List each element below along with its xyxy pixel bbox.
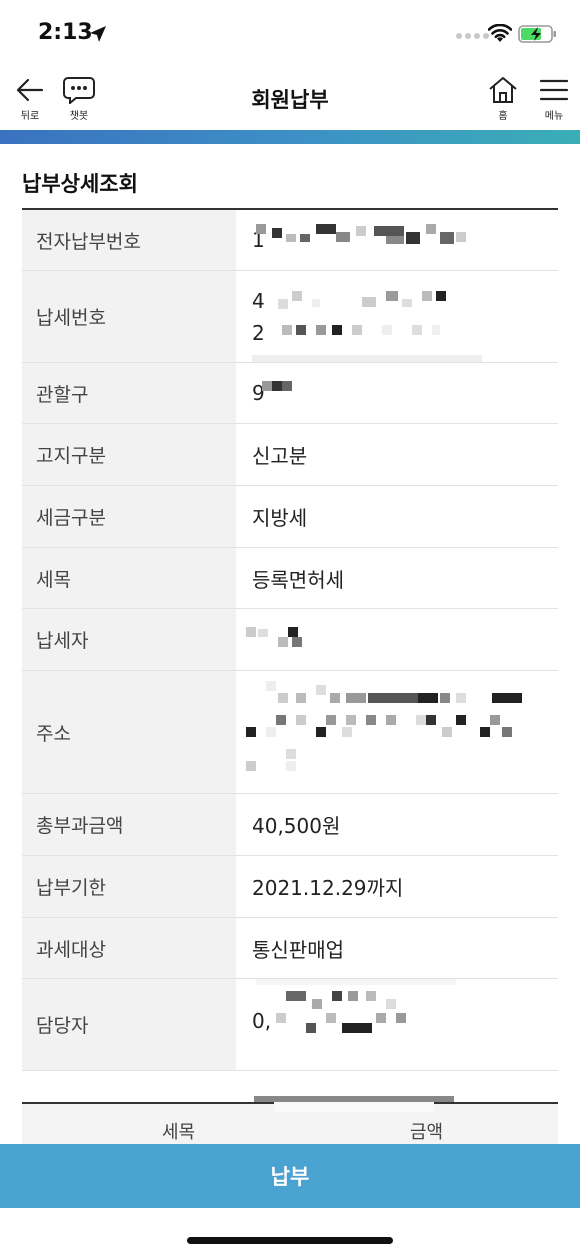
home-button[interactable]: 홈 bbox=[487, 76, 519, 122]
row-value: 0, bbox=[236, 979, 558, 1070]
location-arrow-icon bbox=[90, 26, 106, 42]
wifi-icon bbox=[488, 24, 512, 42]
table-row: 고지구분 신고분 bbox=[22, 424, 558, 486]
table-row: 과세대상 통신판매업 bbox=[22, 918, 558, 979]
table-row: 주소 bbox=[22, 671, 558, 794]
redacted-mosaic bbox=[246, 681, 522, 771]
redacted-mosaic bbox=[254, 1096, 454, 1112]
row-label: 총부과금액 bbox=[22, 794, 236, 855]
row-label: 세금구분 bbox=[22, 486, 236, 547]
status-bar: 2:13 bbox=[0, 0, 580, 70]
row-value: 1 bbox=[236, 210, 558, 270]
pay-button[interactable]: 납부 bbox=[0, 1144, 580, 1208]
table-row: 담당자 0, bbox=[22, 979, 558, 1071]
header-gradient-bar bbox=[0, 130, 580, 144]
table-row: 총부과금액 40,500원 bbox=[22, 794, 558, 856]
row-value: 통신판매업 bbox=[252, 937, 344, 962]
payment-detail-table: 전자납부번호 1 납세번호 4 2 관할구 9 고지구분 신고분 세금구분 지방… bbox=[22, 210, 558, 1071]
row-value: 2021.12.29까지 bbox=[252, 876, 404, 900]
col-header-tax-item: 세목 bbox=[162, 1122, 196, 1143]
row-label: 납세번호 bbox=[22, 271, 236, 362]
tax-item-table-header: 세목 금액 bbox=[22, 1096, 558, 1144]
redacted-mosaic bbox=[246, 627, 302, 647]
redacted-mosaic bbox=[252, 291, 482, 362]
redacted-mosaic bbox=[256, 979, 456, 1033]
row-value: 9 bbox=[236, 363, 558, 423]
row-label: 담당자 bbox=[22, 979, 236, 1070]
battery-charging-icon bbox=[518, 25, 556, 43]
table-row: 납세자 bbox=[22, 609, 558, 671]
section-title: 납부상세조회 bbox=[22, 172, 138, 196]
home-label: 홈 bbox=[498, 111, 508, 122]
row-label: 납부기한 bbox=[22, 856, 236, 917]
col-header-amount: 금액 bbox=[410, 1122, 444, 1143]
row-value bbox=[236, 609, 558, 670]
row-label: 납세자 bbox=[22, 609, 236, 670]
redacted-mosaic bbox=[256, 224, 466, 244]
table-row: 전자납부번호 1 bbox=[22, 210, 558, 271]
redacted-mosaic bbox=[262, 381, 292, 391]
row-label: 전자납부번호 bbox=[22, 210, 236, 270]
row-value: 40,500원 bbox=[252, 814, 341, 838]
signal-icon bbox=[456, 33, 489, 39]
menu-label: 메뉴 bbox=[544, 111, 564, 122]
app-header: 뒤로 챗봇 회원납부 홈 메뉴 bbox=[0, 70, 580, 130]
row-value bbox=[236, 671, 558, 793]
row-label: 고지구분 bbox=[22, 424, 236, 485]
row-label: 관할구 bbox=[22, 363, 236, 423]
status-time: 2:13 bbox=[38, 20, 93, 45]
home-icon bbox=[489, 77, 517, 103]
home-indicator bbox=[187, 1237, 393, 1244]
table-row: 관할구 9 bbox=[22, 363, 558, 424]
row-value: 등록면허세 bbox=[252, 567, 344, 592]
menu-button[interactable]: 메뉴 bbox=[538, 76, 570, 122]
row-value: 신고분 bbox=[252, 444, 308, 468]
table-row: 세목 등록면허세 bbox=[22, 548, 558, 609]
row-value: 지방세 bbox=[252, 506, 308, 530]
hamburger-menu-icon bbox=[539, 79, 569, 101]
row-label: 세목 bbox=[22, 548, 236, 608]
row-value: 4 2 bbox=[236, 271, 558, 362]
row-label: 주소 bbox=[22, 671, 236, 793]
table-row: 납부기한 2021.12.29까지 bbox=[22, 856, 558, 918]
table-row: 납세번호 4 2 bbox=[22, 271, 558, 363]
table-row: 세금구분 지방세 bbox=[22, 486, 558, 548]
row-label: 과세대상 bbox=[22, 918, 236, 978]
